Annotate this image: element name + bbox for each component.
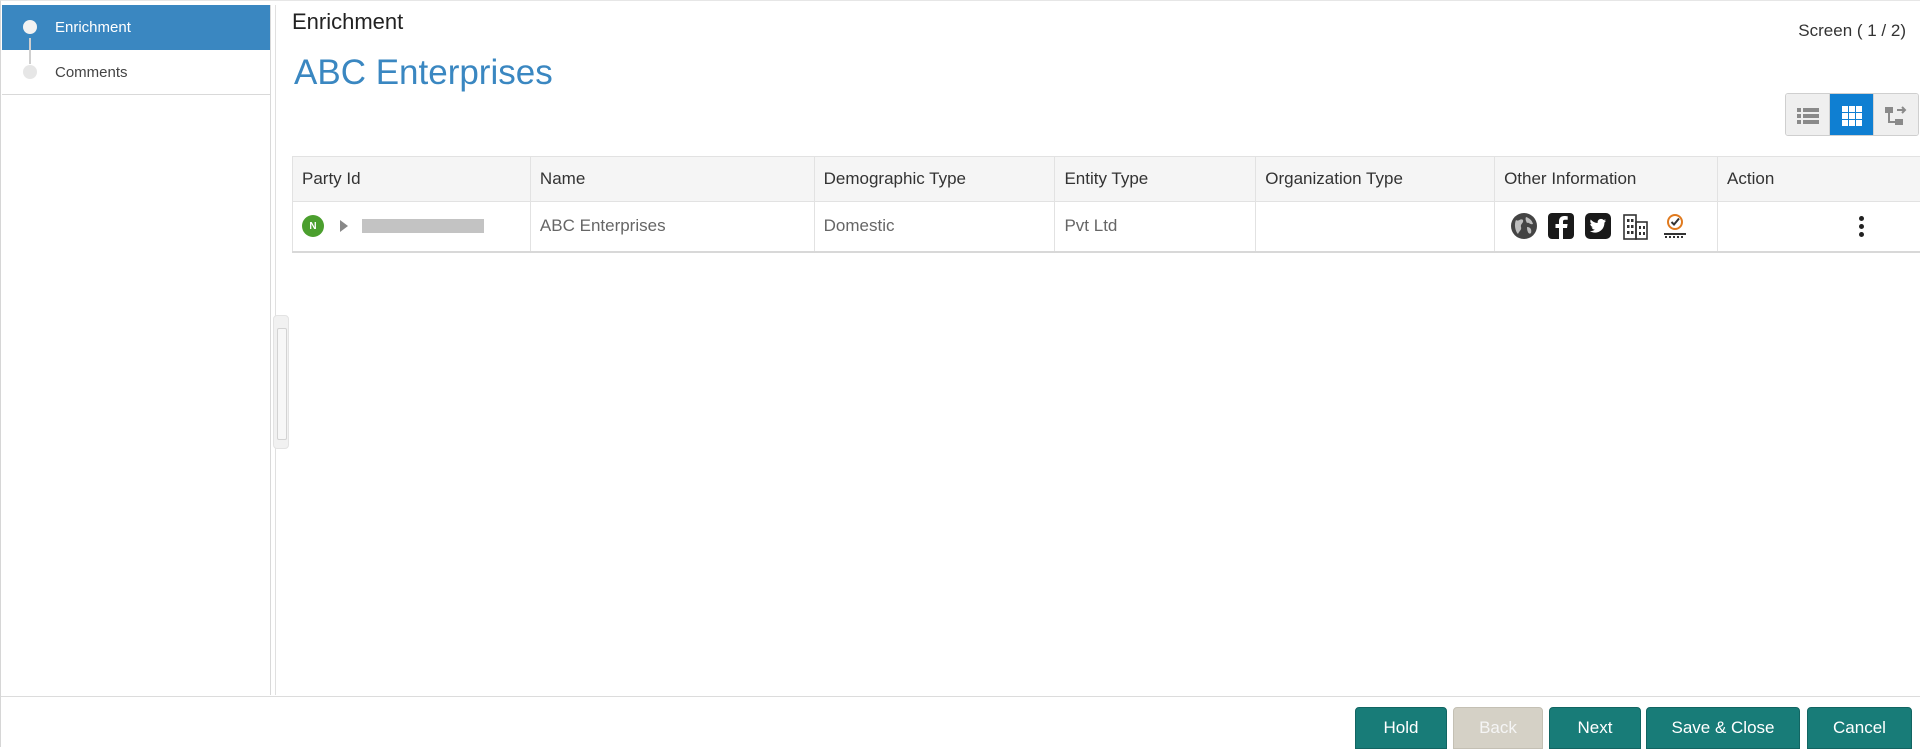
party-id-cell: N bbox=[293, 202, 531, 252]
step-label: Comments bbox=[55, 64, 128, 81]
hold-button[interactable]: Hold bbox=[1355, 707, 1447, 749]
table-row: N ABC Enterprises Domestic Pvt Ltd bbox=[293, 202, 1920, 252]
demographic-type-cell: Domestic bbox=[814, 202, 1055, 252]
entity-title: ABC Enterprises bbox=[294, 53, 553, 93]
facebook-icon[interactable] bbox=[1547, 212, 1575, 240]
footer-action-bar: Hold Back Next Save & Close Cancel bbox=[1, 696, 1920, 748]
masked-party-id bbox=[362, 219, 484, 233]
expand-row-icon[interactable] bbox=[340, 220, 348, 232]
screen-counter: Screen ( 1 / 2) bbox=[1798, 21, 1906, 41]
step-active-indicator-icon bbox=[23, 20, 37, 34]
twitter-icon[interactable] bbox=[1584, 212, 1612, 240]
section-title: Enrichment bbox=[292, 9, 403, 35]
step-comments[interactable]: Comments bbox=[2, 50, 270, 95]
column-header-other-information[interactable]: Other Information bbox=[1495, 157, 1718, 202]
step-navigator: Enrichment Comments bbox=[2, 5, 271, 695]
panel-resize-handle[interactable] bbox=[273, 315, 289, 449]
column-header-entity-type[interactable]: Entity Type bbox=[1055, 157, 1256, 202]
tree-view-icon bbox=[1885, 106, 1907, 126]
table-header-row: Party Id Name Demographic Type Entity Ty… bbox=[293, 157, 1920, 202]
step-label: Enrichment bbox=[55, 19, 131, 36]
back-button[interactable]: Back bbox=[1453, 707, 1543, 749]
other-information-cell bbox=[1495, 202, 1718, 252]
new-status-badge: N bbox=[302, 215, 324, 237]
list-view-icon bbox=[1797, 107, 1819, 125]
column-header-party-id[interactable]: Party Id bbox=[293, 157, 531, 202]
column-header-name[interactable]: Name bbox=[530, 157, 814, 202]
column-header-organization-type[interactable]: Organization Type bbox=[1256, 157, 1495, 202]
cancel-button[interactable]: Cancel bbox=[1807, 707, 1912, 749]
building-icon[interactable] bbox=[1621, 212, 1651, 240]
save-close-button[interactable]: Save & Close bbox=[1646, 707, 1800, 749]
organization-type-cell bbox=[1256, 202, 1495, 252]
party-table: Party Id Name Demographic Type Entity Ty… bbox=[292, 156, 1920, 253]
view-toggle bbox=[1785, 93, 1919, 136]
globe-icon[interactable] bbox=[1510, 212, 1538, 240]
grid-view-icon bbox=[1842, 106, 1862, 126]
row-actions-menu-icon[interactable] bbox=[1851, 216, 1871, 237]
tree-view-button[interactable] bbox=[1874, 94, 1918, 136]
grid-view-button[interactable] bbox=[1830, 94, 1874, 136]
action-cell bbox=[1718, 202, 1920, 252]
column-header-demographic-type[interactable]: Demographic Type bbox=[814, 157, 1055, 202]
entity-type-cell: Pvt Ltd bbox=[1055, 202, 1256, 252]
step-enrichment[interactable]: Enrichment bbox=[2, 5, 270, 50]
step-inactive-indicator-icon bbox=[23, 65, 37, 79]
next-button[interactable]: Next bbox=[1549, 707, 1641, 749]
name-cell: ABC Enterprises bbox=[530, 202, 814, 252]
rating-icon[interactable] bbox=[1660, 212, 1690, 240]
app-frame: Enrichment Comments Enrichment Screen ( … bbox=[0, 0, 1920, 747]
list-view-button[interactable] bbox=[1786, 94, 1830, 136]
column-header-action[interactable]: Action bbox=[1718, 157, 1920, 202]
